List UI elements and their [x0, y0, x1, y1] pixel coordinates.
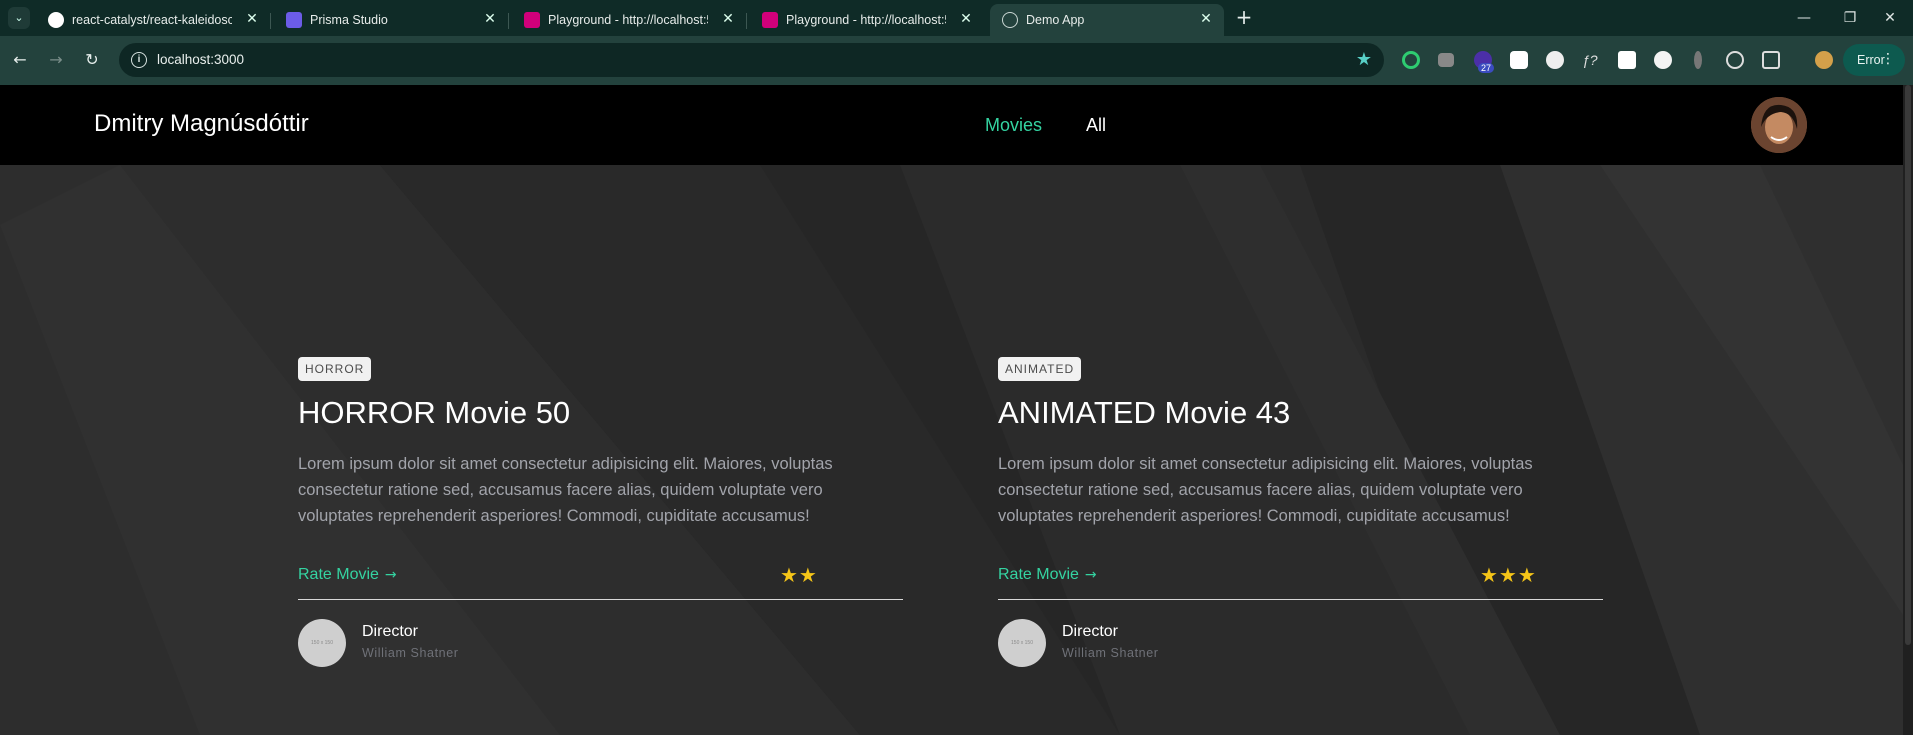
tab-playground-2[interactable]: Playground - http://localhost:5000 ✕ — [750, 4, 984, 36]
url-text[interactable]: localhost:3000 — [157, 52, 244, 67]
minimize-button[interactable]: — — [1781, 6, 1827, 30]
movie-title: ANIMATED Movie 43 — [998, 395, 1291, 430]
director-avatar: 150 x 150 — [298, 619, 346, 667]
background-pattern — [0, 165, 1903, 735]
forward-button[interactable]: → — [44, 48, 68, 72]
site-brand[interactable]: Dmitry Magnúsdóttir — [94, 110, 309, 138]
close-icon[interactable]: ✕ — [244, 11, 260, 27]
close-icon[interactable]: ✕ — [1198, 11, 1214, 27]
tab-title: Playground - http://localhost:5000 — [786, 13, 946, 27]
rate-movie-link[interactable]: Rate Movie → — [998, 566, 1097, 584]
tab-title: Playground - http://localhost:5000 — [548, 13, 708, 27]
tab-title: Prisma Studio — [310, 13, 388, 27]
extension-dot-icon[interactable] — [1694, 51, 1702, 69]
nav-link-movies[interactable]: Movies — [985, 115, 1042, 136]
globe-icon — [1002, 12, 1018, 28]
director-role: Director — [1062, 623, 1119, 640]
avatar-photo — [1751, 97, 1807, 153]
more-menu-icon: ⋮ — [1881, 51, 1895, 67]
scrollbar-thumb[interactable] — [1905, 85, 1911, 645]
director-role: Director — [362, 623, 419, 640]
tab-title: Demo App — [1026, 13, 1085, 27]
tab-separator — [270, 13, 271, 29]
graphql-icon — [524, 12, 540, 28]
rate-movie-label: Rate Movie — [298, 566, 379, 583]
card-divider — [998, 599, 1603, 600]
extension-badge-count: 27 — [1478, 63, 1495, 73]
tab-search-button[interactable]: ⌄ — [8, 7, 30, 29]
bookmark-star-icon[interactable]: ★ — [1356, 49, 1372, 70]
github-icon — [48, 12, 64, 28]
movie-card: HORROR HORROR Movie 50 Lorem ipsum dolor… — [298, 357, 903, 677]
graphql-icon — [762, 12, 778, 28]
close-icon[interactable]: ✕ — [720, 11, 736, 27]
site-info-icon[interactable]: i — [131, 52, 147, 68]
close-window-button[interactable]: ✕ — [1867, 6, 1913, 30]
tab-separator — [746, 13, 747, 29]
genre-badge: HORROR — [298, 357, 372, 381]
movie-title: HORROR Movie 50 — [298, 395, 571, 430]
rate-movie-label: Rate Movie — [998, 566, 1079, 583]
error-button[interactable]: Error ⋮ — [1843, 44, 1905, 76]
tab-separator — [508, 13, 509, 29]
extension-face-icon[interactable] — [1654, 51, 1672, 69]
nav-link-all[interactable]: All — [1086, 115, 1106, 136]
tab-github[interactable]: react-catalyst/react-kaleidoscope ✕ — [36, 4, 271, 36]
rate-movie-link[interactable]: Rate Movie → — [298, 566, 397, 584]
movie-description: Lorem ipsum dolor sit amet consectetur a… — [998, 455, 1533, 525]
extension-target-icon[interactable] — [1402, 51, 1420, 69]
genre-badge: ANIMATED — [998, 357, 1082, 381]
close-icon[interactable]: ✕ — [482, 11, 498, 27]
arrow-right-icon: → — [1084, 567, 1097, 583]
extension-note-icon[interactable] — [1618, 51, 1636, 69]
tab-demo-app[interactable]: Demo App ✕ — [990, 4, 1224, 36]
page-viewport: Dmitry Magnúsdóttir Movies All HORROR HO… — [0, 85, 1903, 735]
star-rating[interactable]: ★★ — [780, 563, 818, 587]
address-bar[interactable]: i localhost:3000 ★ — [119, 43, 1384, 77]
user-avatar[interactable] — [1751, 97, 1807, 153]
prisma-icon — [286, 12, 302, 28]
movie-description: Lorem ipsum dolor sit amet consectetur a… — [298, 455, 833, 525]
extension-red-icon[interactable] — [1510, 51, 1528, 69]
close-icon[interactable]: ✕ — [958, 11, 974, 27]
camera-icon[interactable] — [1438, 53, 1454, 67]
extension-w-icon[interactable] — [1726, 51, 1744, 69]
profile-avatar-icon[interactable] — [1815, 51, 1833, 69]
extension-color-icon[interactable] — [1546, 51, 1564, 69]
browser-tab-strip: ⌄ react-catalyst/react-kaleidoscope ✕ Pr… — [0, 0, 1913, 36]
director-avatar: 150 x 150 — [998, 619, 1046, 667]
back-button[interactable]: ← — [8, 48, 32, 72]
movie-card: ANIMATED ANIMATED Movie 43 Lorem ipsum d… — [998, 357, 1603, 677]
tab-playground-1[interactable]: Playground - http://localhost:5000 ✕ — [512, 4, 747, 36]
browser-toolbar: ← → ↻ i localhost:3000 ★ 27 ƒ? Error ⋮ — [0, 36, 1913, 85]
director-name: William Shatner — [1062, 646, 1159, 660]
arrow-right-icon: → — [384, 567, 397, 583]
reload-button[interactable]: ↻ — [80, 48, 104, 72]
card-divider — [298, 599, 903, 600]
tab-prisma-studio[interactable]: Prisma Studio ✕ — [274, 4, 509, 36]
director-name: William Shatner — [362, 646, 459, 660]
tab-title: react-catalyst/react-kaleidoscope — [72, 13, 232, 27]
formula-icon[interactable]: ƒ? — [1582, 51, 1600, 69]
site-header: Dmitry Magnúsdóttir Movies All — [0, 85, 1903, 165]
extensions-puzzle-icon[interactable] — [1762, 51, 1780, 69]
star-rating[interactable]: ★★★ — [1480, 563, 1537, 587]
new-tab-button[interactable]: + — [1232, 6, 1256, 30]
page-scrollbar[interactable] — [1903, 85, 1913, 735]
